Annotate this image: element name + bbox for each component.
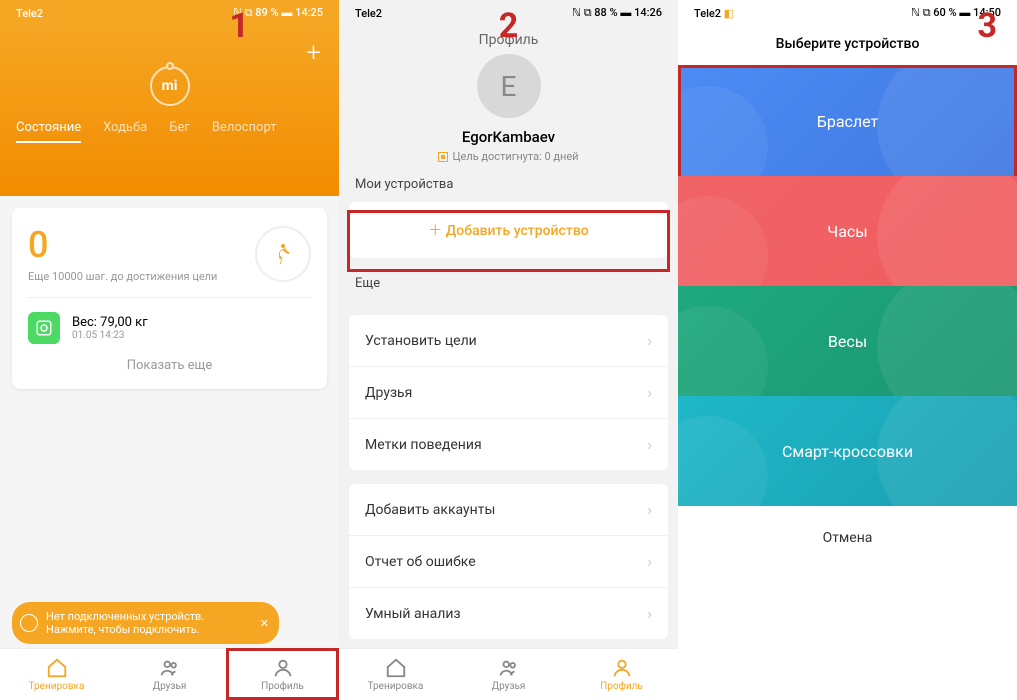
status-right: ℕ ⧉ 88 % ▬ 14:26 <box>572 6 662 20</box>
device-scale[interactable]: Весы <box>678 286 1017 396</box>
scale-icon <box>28 312 60 344</box>
step-number-2: 2 <box>499 6 519 46</box>
device-smart-shoes[interactable]: Смарт-кроссовки <box>678 396 1017 506</box>
walk-icon <box>255 226 311 282</box>
tab-run[interactable]: Бег <box>169 120 190 143</box>
home-header: + mi Состояние Ходьба Бег Велоспорт <box>0 26 339 196</box>
carrier-label: Tele2 ◧ <box>694 7 734 20</box>
chevron-right-icon: › <box>647 383 652 402</box>
weight-date: 01.05 14:23 <box>72 330 148 341</box>
weight-value: Вес: 79,00 кг <box>72 315 148 330</box>
avatar[interactable]: E <box>477 54 541 118</box>
status-bar: Tele2 ℕ ⧉ 89 % ▬ 14:25 <box>0 0 339 26</box>
steps-card: 0 Еще 10000 шаг. до достижения цели Вес:… <box>12 208 327 389</box>
target-icon <box>438 152 448 162</box>
device-bracelet[interactable]: Браслет <box>678 66 1017 176</box>
item-set-goals[interactable]: Установить цели› <box>349 315 668 367</box>
nav-training[interactable]: Тренировка <box>339 649 452 700</box>
no-device-toast[interactable]: Нет подключенных устройств. Нажмите, что… <box>12 602 279 644</box>
section-my-devices: Мои устройства <box>339 177 678 202</box>
nav-friends-label: Друзья <box>153 681 187 692</box>
tab-bike[interactable]: Велоспорт <box>212 120 277 143</box>
step-number-3: 3 <box>977 6 997 46</box>
item-add-accounts[interactable]: Добавить аккаунты› <box>349 484 668 536</box>
steps-goal-text: Еще 10000 шаг. до достижения цели <box>28 270 217 283</box>
steps-count: 0 <box>28 224 217 266</box>
screen-profile: 2 Tele2 ℕ ⧉ 88 % ▬ 14:26 Профиль E EgorK… <box>339 0 678 700</box>
show-more-link[interactable]: Показать еще <box>28 358 311 373</box>
chevron-right-icon: › <box>647 435 652 454</box>
nav-training-label: Тренировка <box>29 681 85 692</box>
status-bar: Tele2 ◧ ℕ ⧉ 60 % ▬ 14:50 <box>678 0 1017 26</box>
item-bug-report[interactable]: Отчет об ошибке› <box>349 536 668 588</box>
add-device-button[interactable]: ＋ Добавить устройство <box>349 202 668 258</box>
plus-icon: ＋ <box>428 223 442 239</box>
step-number-1: 1 <box>229 6 249 46</box>
page-title: Выберите устройство <box>678 26 1017 66</box>
speaker-icon <box>20 614 38 632</box>
settings-list-1: Установить цели› Друзья› Метки поведения… <box>349 315 668 470</box>
chevron-right-icon: › <box>647 552 652 571</box>
settings-list-2: Добавить аккаунты› Отчет об ошибке› Умны… <box>349 484 668 639</box>
device-watch[interactable]: Часы <box>678 176 1017 286</box>
item-friends[interactable]: Друзья› <box>349 367 668 419</box>
section-more: Еще <box>339 258 678 301</box>
nav-profile-label: Профиль <box>261 681 304 692</box>
chevron-right-icon: › <box>647 604 652 623</box>
nav-profile[interactable]: Профиль <box>226 649 339 700</box>
chevron-right-icon: › <box>647 331 652 350</box>
bottom-nav: Тренировка Друзья Профиль <box>0 648 339 700</box>
carrier-label: Tele2 <box>355 7 382 20</box>
close-icon[interactable]: ✕ <box>260 617 269 630</box>
weight-row[interactable]: Вес: 79,00 кг 01.05 14:23 <box>28 312 311 344</box>
nav-profile[interactable]: Профиль <box>565 649 678 700</box>
activity-tabs: Состояние Ходьба Бег Велоспорт <box>16 120 323 143</box>
item-smart-analysis[interactable]: Умный анализ› <box>349 588 668 639</box>
bottom-nav: Тренировка Друзья Профиль <box>339 648 678 700</box>
screen-status: 1 Tele2 ℕ ⧉ 89 % ▬ 14:25 + mi Состояние … <box>0 0 339 700</box>
tab-status[interactable]: Состояние <box>16 120 81 143</box>
screen-select-device: 3 Tele2 ◧ ℕ ⧉ 60 % ▬ 14:50 Выберите устр… <box>678 0 1017 700</box>
nav-training[interactable]: Тренировка <box>0 649 113 700</box>
toast-text: Нет подключенных устройств. Нажмите, что… <box>46 610 245 636</box>
mi-logo-icon: mi <box>150 66 190 106</box>
nav-friends[interactable]: Друзья <box>452 649 565 700</box>
add-icon[interactable]: + <box>306 38 321 68</box>
goal-streak: Цель достигнута: 0 дней <box>339 150 678 163</box>
chevron-right-icon: › <box>647 500 652 519</box>
carrier-label: Tele2 <box>16 7 43 20</box>
nav-friends[interactable]: Друзья <box>113 649 226 700</box>
cancel-button[interactable]: Отмена <box>678 506 1017 570</box>
item-behavior-tags[interactable]: Метки поведения› <box>349 419 668 470</box>
username: EgorKambaev <box>339 128 678 146</box>
tab-walk[interactable]: Ходьба <box>103 120 147 143</box>
